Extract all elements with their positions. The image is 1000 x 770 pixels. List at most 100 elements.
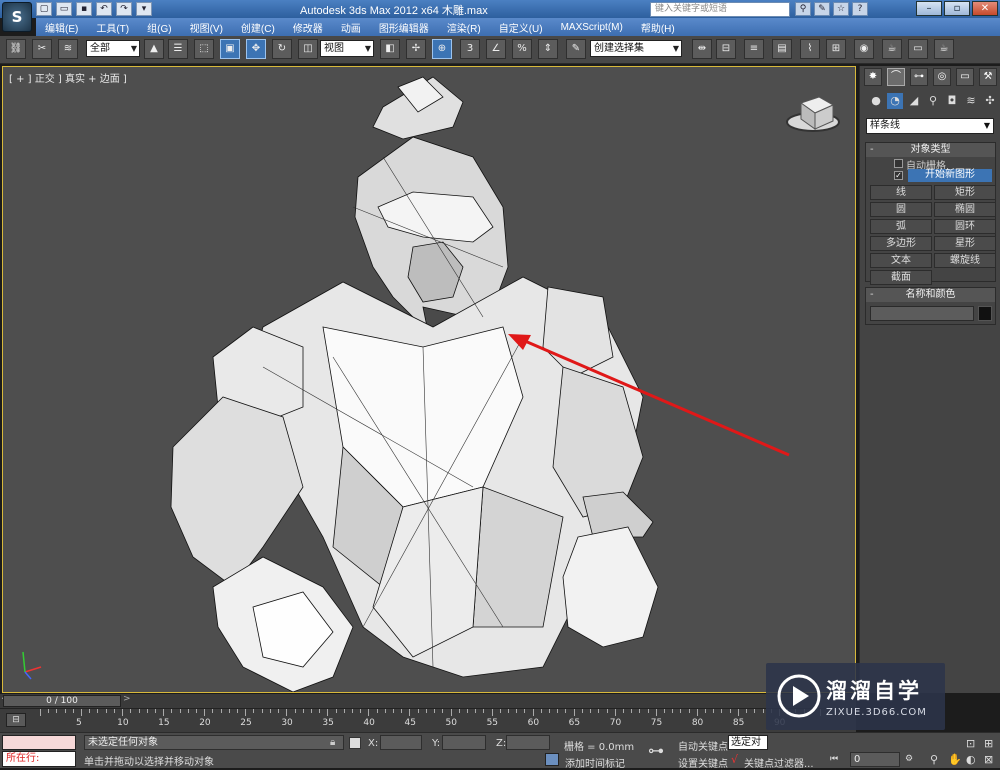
maxscript-mini-listener-bottom[interactable]: 所在行: — [2, 751, 76, 767]
set-key-icon[interactable]: ⊶ — [648, 741, 664, 760]
menu-item[interactable]: 图形编辑器 — [370, 20, 438, 35]
shape-button[interactable]: 线 — [870, 185, 932, 200]
motion-tab-icon[interactable]: ◎ — [933, 68, 951, 86]
systems-icon[interactable]: ✣ — [982, 93, 998, 109]
menu-item[interactable]: 工具(T) — [87, 20, 138, 35]
render-frame-icon[interactable]: ▭ — [908, 39, 928, 59]
graphite-ribbon-icon[interactable]: ▤ — [772, 39, 792, 59]
absolute-mode-icon[interactable] — [349, 737, 361, 749]
menu-item[interactable]: 组(G) — [138, 20, 180, 35]
named-selection-dropdown[interactable]: 创建选择集 — [590, 40, 682, 57]
cameras-icon[interactable]: ⚲ — [925, 93, 941, 109]
shape-button[interactable]: 弧 — [870, 219, 932, 234]
percent-snap-icon[interactable]: % — [512, 39, 532, 59]
spinner-snap-icon[interactable]: ⇕ — [538, 39, 558, 59]
binoculars-icon[interactable]: ⚲ — [795, 2, 811, 16]
app-menu-button[interactable]: S — [2, 2, 32, 32]
menu-item[interactable]: 创建(C) — [232, 20, 284, 35]
time-config-icon[interactable]: ⚙ — [905, 754, 913, 764]
shape-button[interactable]: 矩形 — [934, 185, 996, 200]
unlink-icon[interactable]: ✂ — [32, 39, 52, 59]
time-slider-next-icon[interactable]: > — [123, 694, 131, 704]
start-new-shape-button[interactable]: 开始新图形 — [908, 169, 992, 182]
rect-selection-icon[interactable]: ⬚ — [194, 39, 214, 59]
pan-view-icon[interactable]: ✋ — [948, 753, 962, 766]
menu-item[interactable]: MAXScript(M) — [552, 22, 632, 33]
layer-manager-icon[interactable]: ≡ — [744, 39, 764, 59]
tools-icon[interactable]: ✎ — [814, 2, 830, 16]
maximize-button[interactable]: ▫ — [944, 1, 970, 16]
select-object-icon[interactable]: ▲ — [144, 39, 164, 59]
material-editor-icon[interactable]: ◉ — [854, 39, 874, 59]
auto-key-button[interactable]: 自动关键点 — [678, 738, 728, 753]
minimize-button[interactable]: – — [916, 1, 942, 16]
save-file-icon[interactable]: ▪ — [76, 2, 92, 16]
angle-snap-icon[interactable]: ∠ — [486, 39, 506, 59]
zoom-icon[interactable]: ⚲ — [930, 753, 938, 766]
shapes-icon[interactable]: ◔ — [887, 93, 903, 109]
z-coord-field[interactable] — [506, 735, 550, 750]
menu-item[interactable]: 自定义(U) — [490, 20, 552, 35]
object-color-swatch[interactable] — [978, 306, 992, 321]
orbit-icon[interactable]: ◐ — [966, 753, 976, 766]
shape-button[interactable]: 截面 — [870, 270, 932, 285]
selection-lock-icon[interactable]: 🔒︎ — [330, 737, 335, 748]
geometry-icon[interactable]: ● — [868, 93, 884, 109]
edit-named-selection-icon[interactable]: ✎ — [566, 39, 586, 59]
open-file-icon[interactable]: ▭ — [56, 2, 72, 16]
create-tab-icon[interactable]: ✸ — [864, 68, 882, 86]
menu-item[interactable]: 帮助(H) — [632, 20, 684, 35]
redo-icon[interactable]: ↷ — [116, 2, 132, 16]
lights-icon[interactable]: ◢ — [906, 93, 922, 109]
y-coord-field[interactable] — [442, 735, 486, 750]
shape-button[interactable]: 文本 — [870, 253, 932, 268]
wood-carving-model[interactable] — [170, 76, 659, 692]
shape-button[interactable]: 多边形 — [870, 236, 932, 251]
select-by-name-icon[interactable]: ☰ — [168, 39, 188, 59]
snaps-toggle-icon[interactable]: 3 — [460, 39, 480, 59]
menu-item[interactable]: 动画 — [332, 20, 370, 35]
menu-item[interactable]: 渲染(R) — [438, 20, 490, 35]
select-scale-icon[interactable]: ◫ — [298, 39, 318, 59]
object-type-header[interactable]: - 对象类型 — [866, 143, 995, 157]
name-color-header[interactable]: - 名称和颜色 — [866, 288, 995, 302]
display-tab-icon[interactable]: ▭ — [956, 68, 974, 86]
shape-category-dropdown[interactable]: 样条线 — [866, 118, 994, 134]
menu-item[interactable]: 视图(V) — [181, 20, 232, 35]
perspective-viewport[interactable]: [ + ] 正交 ] 真实 + 边面 ] — [2, 66, 856, 693]
select-move-icon[interactable]: ✥ — [246, 39, 266, 59]
modify-tab-icon[interactable]: ⌒ — [887, 68, 905, 86]
qat-dropdown-icon[interactable]: ▾ — [136, 2, 152, 16]
time-slider-thumb[interactable]: 0 / 100 — [3, 695, 121, 707]
zoom-all-icon[interactable]: ⊞ — [984, 737, 993, 750]
curve-editor-icon[interactable]: ⌇ — [800, 39, 820, 59]
render-setup-icon[interactable]: ☕ — [882, 39, 902, 59]
hierarchy-tab-icon[interactable]: ⊶ — [910, 68, 928, 86]
schematic-view-icon[interactable]: ⊞ — [826, 39, 846, 59]
menu-item[interactable]: 修改器 — [284, 20, 332, 35]
menu-item[interactable]: 编辑(E) — [36, 20, 87, 35]
time-tag-icon[interactable] — [545, 753, 559, 766]
start-new-shape-checkbox[interactable]: ✓ — [894, 171, 903, 180]
viewcube-icon[interactable] — [786, 96, 840, 132]
align-icon[interactable]: ⊟ — [716, 39, 736, 59]
shape-button[interactable]: 星形 — [934, 236, 996, 251]
zoom-extents-icon[interactable]: ⊡ — [966, 737, 975, 750]
mirror-icon[interactable]: ⇹ — [692, 39, 712, 59]
time-slider[interactable]: < 0 / 100 > — [0, 694, 856, 708]
shape-button[interactable]: 圆环 — [934, 219, 996, 234]
go-to-start-icon[interactable]: ⏮ — [830, 754, 838, 764]
render-production-icon[interactable]: ☕ — [934, 39, 954, 59]
helpers-icon[interactable]: ◘ — [944, 93, 960, 109]
maximize-viewport-icon[interactable]: ⊠ — [984, 753, 993, 766]
maxscript-mini-listener-top[interactable] — [2, 735, 76, 750]
utilities-tab-icon[interactable]: ⚒ — [979, 68, 997, 86]
object-name-field[interactable] — [870, 306, 974, 321]
undo-icon[interactable]: ↶ — [96, 2, 112, 16]
search-input[interactable]: 键入关键字或短语 — [650, 2, 790, 17]
mini-curve-editor-icon[interactable]: ⊟ — [6, 713, 26, 727]
help-icon[interactable]: ? — [852, 2, 868, 16]
window-crossing-icon[interactable]: ▣ — [220, 39, 240, 59]
shape-button[interactable]: 螺旋线 — [934, 253, 996, 268]
pivot-center-icon[interactable]: ◧ — [380, 39, 400, 59]
